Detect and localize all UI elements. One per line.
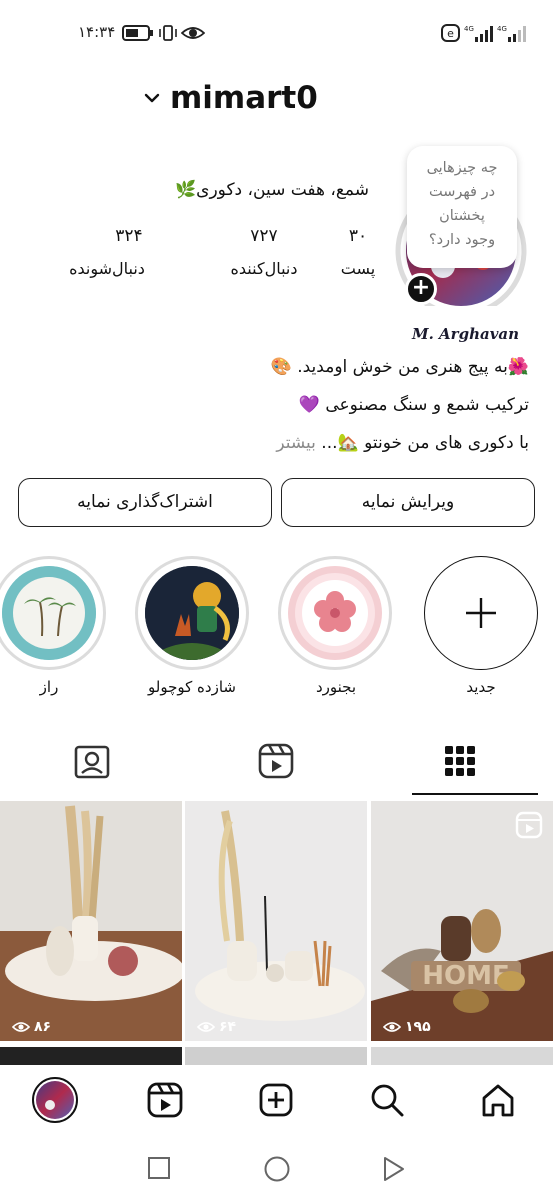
highlight-label: جدید xyxy=(466,678,496,696)
chevron-down-icon[interactable] xyxy=(142,88,162,108)
post-image xyxy=(185,801,367,1041)
tooltip-line: پخشتان xyxy=(439,208,485,224)
profile-category-line: شمع، هفت سین، دکوری🌿 xyxy=(174,180,369,200)
view-count: ۸۶ xyxy=(12,1019,51,1035)
eye-icon xyxy=(383,1022,401,1032)
status-time: ۱۴:۳۴ xyxy=(78,23,116,41)
svg-text:4G: 4G xyxy=(497,25,507,33)
bio-line-text: با دکوری های من خونتو 🏡... xyxy=(321,433,529,453)
bio-line-with-more: با دکوری های من خونتو 🏡... بیشتر xyxy=(276,433,529,453)
reels-icon[interactable] xyxy=(146,1081,184,1119)
highlight-label: شازده کوچولو xyxy=(148,678,236,696)
following-label[interactable]: دنبال‌شونده xyxy=(46,259,168,278)
view-count: ۱۹۵ xyxy=(383,1019,431,1035)
bio-more-link[interactable]: بیشتر xyxy=(276,433,316,453)
following-count[interactable]: ۳۲۴ xyxy=(62,226,196,246)
back-icon[interactable] xyxy=(381,1155,407,1183)
eye-icon xyxy=(181,27,205,39)
highlight-cover xyxy=(145,566,239,660)
highlight-cover xyxy=(288,566,382,660)
followers-count[interactable]: ۷۲۷ xyxy=(224,226,304,246)
add-story-plus-icon[interactable]: + xyxy=(405,273,437,305)
tagged-tab-icon[interactable] xyxy=(73,742,111,780)
story-note-tooltip[interactable]: چه چیزهایی در فهرست پخشتان وجود دارد؟ xyxy=(407,146,517,268)
eye-icon xyxy=(12,1022,30,1032)
edit-profile-button[interactable]: ویرایش نمایه xyxy=(281,478,535,527)
bio-line: ترکیب شمع و سنگ مصنوعی 💜 xyxy=(298,395,529,415)
post-image xyxy=(0,801,182,1041)
bio-line: 🌺به پیج هنری من خوش اومدید. 🎨 xyxy=(270,357,529,377)
signal-icon-1: 4G xyxy=(464,25,493,42)
account-switcher-username[interactable]: mimart0 xyxy=(170,80,318,116)
post-thumbnail-partial[interactable] xyxy=(185,1047,367,1065)
grid-tab-icon[interactable] xyxy=(441,742,479,780)
svg-text:HOME: HOME xyxy=(422,961,510,991)
svg-text:e: e xyxy=(447,27,454,40)
flower-icon xyxy=(295,573,375,653)
highlight-new[interactable] xyxy=(424,556,538,670)
signal-icon-2: 4G xyxy=(497,25,526,42)
post-thumbnail-partial[interactable] xyxy=(0,1047,182,1065)
tooltip-line: وجود دارد؟ xyxy=(428,232,496,248)
recent-apps-icon[interactable] xyxy=(147,1156,171,1180)
home-icon[interactable] xyxy=(479,1081,517,1119)
followers-label[interactable]: دنبال‌کننده xyxy=(188,259,340,278)
highlight-label: راز xyxy=(39,678,59,696)
post-thumbnail[interactable]: ۶۴ xyxy=(185,801,367,1041)
view-count-value: ۶۴ xyxy=(219,1019,237,1035)
vibrate-icon xyxy=(159,25,177,41)
profile-tab-avatar[interactable] xyxy=(32,1077,78,1123)
highlight-bojnurd[interactable] xyxy=(278,556,392,670)
svg-text:4G: 4G xyxy=(464,25,474,33)
reel-badge-icon xyxy=(515,811,543,839)
plus-icon xyxy=(466,598,496,628)
tooltip-line: چه چیزهایی xyxy=(426,160,498,176)
create-post-icon[interactable] xyxy=(257,1081,295,1119)
highlight-little-prince[interactable] xyxy=(135,556,249,670)
view-count-value: ۸۶ xyxy=(34,1019,52,1035)
battery-icon xyxy=(122,25,153,41)
reels-tab-icon[interactable] xyxy=(257,742,295,780)
eye-icon xyxy=(197,1022,215,1032)
highlight-raz[interactable] xyxy=(0,556,106,670)
view-count-value: ۱۹۵ xyxy=(405,1019,431,1035)
highlight-cover xyxy=(2,566,96,660)
post-thumbnail-partial[interactable] xyxy=(371,1047,553,1065)
system-home-icon[interactable] xyxy=(263,1155,291,1183)
view-count: ۶۴ xyxy=(197,1019,236,1035)
post-thumbnail[interactable]: HOME ۱۹۵ xyxy=(371,801,553,1041)
avatar-signature: M. Arghavan xyxy=(412,325,520,343)
post-thumbnail[interactable]: ۸۶ xyxy=(0,801,182,1041)
highlight-label: بجنورد xyxy=(315,678,357,696)
little-prince-illustration xyxy=(145,566,239,660)
status-bar: ۱۴:۳۴ e 4G 4G xyxy=(0,0,553,64)
data-saver-icon: e xyxy=(441,24,460,42)
palm-tree-illustration xyxy=(2,566,96,660)
active-tab-indicator xyxy=(412,793,538,795)
share-profile-button[interactable]: اشتراک‌گذاری نمایه xyxy=(18,478,272,527)
posts-count[interactable]: ۳۰ xyxy=(330,226,386,246)
search-icon[interactable] xyxy=(368,1081,406,1119)
tooltip-line: در فهرست xyxy=(428,184,496,200)
